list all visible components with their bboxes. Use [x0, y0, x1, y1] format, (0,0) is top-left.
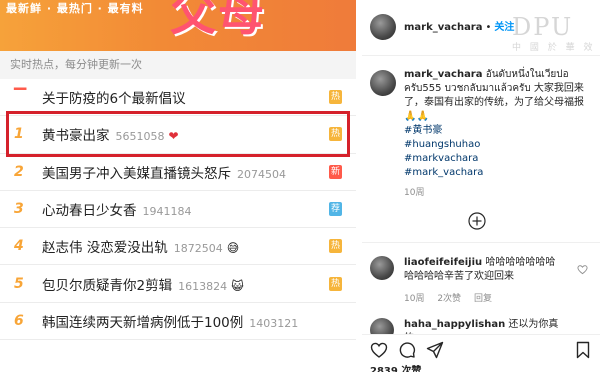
load-more-comments-icon[interactable] — [468, 212, 486, 230]
hot-item-count: 5651058 — [115, 130, 165, 144]
comment-icon[interactable] — [398, 341, 416, 359]
hot-item-count: 1403121 — [249, 316, 299, 330]
comment-likes[interactable]: 2次赞 — [437, 294, 461, 304]
hot-item-title[interactable]: 心动春日少女香 1941184 — [42, 199, 192, 219]
dpu-watermark-logo: DPU 中 國 於 華 效 — [512, 13, 596, 53]
hot-item-count: 1872504 — [173, 242, 223, 256]
hot-item[interactable]: 6 韩国连续两天新增病例低于100例 1403121 — [0, 303, 356, 341]
hot-item-title[interactable]: 包贝尔质疑青你2剪辑 1613824 😺 — [42, 274, 244, 294]
comment-time: 10周 — [404, 294, 425, 304]
instagram-post-panel: mark_vachara • 关注 DPU 中 國 於 華 效 mark_vacha… — [362, 0, 600, 372]
banner-title: 父母 — [170, 0, 266, 41]
reply-button[interactable]: 回复 — [474, 294, 492, 304]
heart-icon: ❤ — [168, 129, 179, 144]
comment-username[interactable]: liaofeifeifeijiu — [404, 257, 482, 268]
realtime-subheader: 实时热点，每分钟更新一次 — [0, 51, 356, 79]
avatar[interactable] — [370, 14, 396, 40]
hashtag-link[interactable]: #markvachara — [404, 152, 594, 166]
hot-item-count: 2074504 — [237, 167, 286, 181]
hot-item-rank: 5 — [14, 275, 24, 292]
hot-tag: 热 — [329, 239, 342, 254]
pin-icon: ▔ — [14, 87, 27, 107]
username-link[interactable]: mark_vachara — [404, 22, 483, 33]
hot-item-title[interactable]: 美国男子冲入美媒直播镜头怒斥 2074504 — [42, 162, 286, 182]
caption-text: mark_vachara อันดับหนึ่งในเวียปอ ครับ555… — [404, 68, 594, 180]
hot-item-rank: 2 — [14, 163, 24, 180]
hot-item[interactable]: 5 包贝尔质疑青你2剪辑 1613824 😺 热 — [0, 265, 356, 303]
comment-username[interactable]: haha_happylishan — [404, 319, 505, 330]
hot-tag: 热 — [329, 276, 342, 291]
hot-item-rank: 1 — [14, 126, 24, 143]
comment-meta: 10周 2次赞 回复 — [404, 291, 502, 304]
caption-username[interactable]: mark_vachara — [404, 69, 483, 80]
hot-tag: 热 — [329, 127, 342, 142]
sweat-smile-emoji-icon: 😅 — [226, 241, 240, 256]
new-tag: 新 — [329, 164, 342, 179]
recommend-tag: 荐 — [329, 202, 342, 217]
hot-item-count: 1613824 — [178, 279, 228, 293]
post-header: mark_vachara • 关注 DPU 中 國 於 華 效 — [362, 0, 600, 56]
avatar[interactable] — [370, 70, 396, 96]
hot-list: ▔ 关于防疫的6个最新倡议 热 1 黄书豪出家 5651058 ❤ 热 2 美国男子… — [0, 79, 356, 341]
comment-text: liaofeifeifeijiu 哈哈哈哈哈哈哈哈哈哈哈辛苦了欢迎回来 — [404, 256, 564, 284]
hashtag-link[interactable]: #mark_vachara — [404, 166, 594, 180]
hot-item-rank: 3 — [14, 201, 24, 218]
banner-tags: 最新鲜 · 最热门 · 最有料 — [6, 2, 144, 15]
divider — [362, 242, 600, 243]
avatar[interactable] — [370, 256, 394, 280]
separator-dot: • — [485, 22, 492, 33]
likes-count[interactable]: 2839 次赞 — [370, 362, 421, 372]
hashtag-link[interactable]: #huangshuhao — [404, 138, 594, 152]
hot-item-title[interactable]: 黄书豪出家 5651058 ❤ — [42, 124, 179, 144]
hot-item[interactable]: 1 黄书豪出家 5651058 ❤ 热 — [0, 116, 356, 154]
share-icon[interactable] — [426, 341, 444, 359]
weibo-hot-search-panel: 最新鲜 · 最热门 · 最有料 父母 实时热点，每分钟更新一次 ▔ 关于防疫的6… — [0, 0, 356, 372]
hot-item[interactable]: 2 美国男子冲入美媒直播镜头怒斥 2074504 新 — [0, 154, 356, 191]
hot-tag: 热 — [329, 90, 342, 105]
heart-icon[interactable] — [577, 264, 588, 275]
hot-item-rank: 6 — [14, 312, 24, 329]
hot-item[interactable]: 3 心动春日少女香 1941184 荐 — [0, 191, 356, 229]
hot-item[interactable]: 4 赵志伟 没恋爱没出轨 1872504 😅 热 — [0, 228, 356, 266]
bookmark-icon[interactable] — [574, 341, 592, 359]
hot-item-count: 1941184 — [142, 205, 192, 219]
hashtag-link[interactable]: #黄书豪 — [404, 124, 594, 138]
hot-item-title[interactable]: 赵志伟 没恋爱没出轨 1872504 😅 — [42, 236, 239, 256]
post-actions-bar — [362, 334, 600, 362]
hot-search-banner: 最新鲜 · 最热门 · 最有料 父母 — [0, 0, 356, 51]
caption-time: 10周 — [404, 188, 425, 198]
hot-item-pinned[interactable]: ▔ 关于防疫的6个最新倡议 热 — [0, 79, 356, 117]
heart-icon[interactable] — [370, 341, 388, 359]
hot-item-title[interactable]: 韩国连续两天新增病例低于100例 1403121 — [42, 311, 298, 331]
hot-item-rank: 4 — [14, 238, 24, 255]
cat-emoji-icon: 😺 — [231, 278, 244, 293]
post-author: mark_vachara • 关注 — [404, 18, 514, 33]
hot-item-title[interactable]: 关于防疫的6个最新倡议 — [42, 87, 186, 107]
